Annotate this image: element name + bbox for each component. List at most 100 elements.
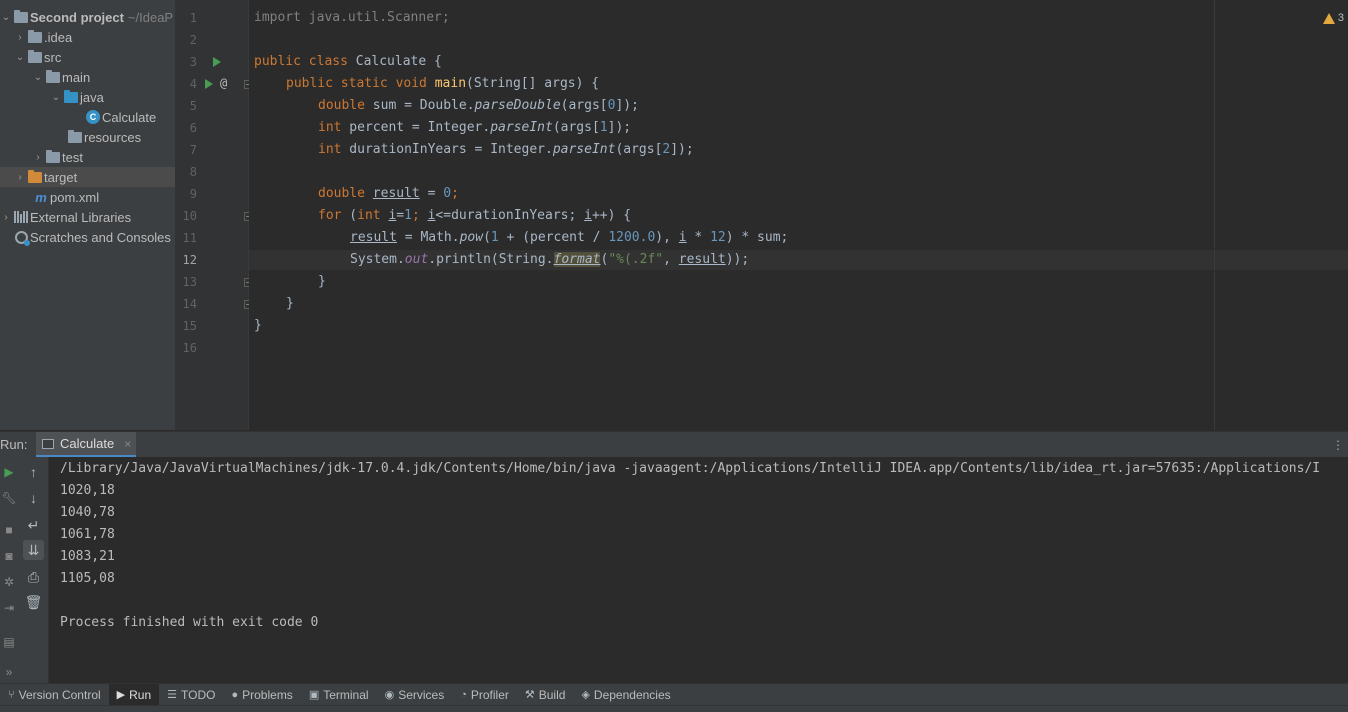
- chevron-right-icon[interactable]: ›: [14, 27, 26, 47]
- tool-services[interactable]: ◉ Services: [377, 684, 453, 706]
- stop-icon[interactable]: ■: [0, 520, 18, 540]
- tree-item-idea[interactable]: › .idea: [0, 27, 175, 47]
- code-editor[interactable]: import java.util.Scanner; public class C…: [249, 0, 1348, 430]
- exit-icon[interactable]: ⇥: [0, 598, 18, 618]
- trash-icon[interactable]: 🗑︎: [23, 592, 44, 612]
- tree-item-test[interactable]: › test: [0, 147, 175, 167]
- tree-item-second-project[interactable]: ⌄ Second project ~/IdeaP: [0, 7, 175, 27]
- tool-profiler[interactable]: ◔ Profiler: [452, 684, 517, 706]
- tool-version-control[interactable]: ⑂ Version Control: [0, 684, 109, 706]
- tool-problems[interactable]: ● Problems: [223, 684, 300, 706]
- line-number: 9: [189, 187, 197, 201]
- run-panel-label: Run:: [0, 437, 28, 452]
- tree-item-calculate[interactable]: C Calculate: [0, 107, 175, 127]
- project-tree: ⌄ Second project ~/IdeaP › .idea ⌄ src ⌄…: [0, 0, 175, 430]
- gear-icon[interactable]: ✲: [0, 572, 18, 592]
- source-folder-icon: [62, 87, 80, 107]
- tool-run[interactable]: ▶ Run: [108, 683, 160, 706]
- tool-todo[interactable]: ☰ TODO: [159, 684, 223, 706]
- layout-icon[interactable]: ▤: [0, 632, 18, 652]
- chevron-right-icon[interactable]: ›: [14, 167, 26, 187]
- warning-icon: [1322, 12, 1335, 24]
- maven-icon: m: [35, 189, 47, 205]
- console-output[interactable]: /Library/Java/JavaVirtualMachines/jdk-17…: [49, 457, 1348, 683]
- print-icon[interactable]: ⎙: [23, 567, 44, 587]
- tree-item-scratches[interactable]: Scratches and Consoles: [0, 227, 175, 247]
- chevron-down-icon[interactable]: ⌄: [0, 7, 12, 27]
- line-number: 8: [189, 165, 197, 179]
- folder-icon: [44, 147, 62, 167]
- line-number: 11: [182, 231, 197, 245]
- arrow-up-icon[interactable]: ↑: [23, 462, 44, 482]
- tree-item-src[interactable]: ⌄ src: [0, 47, 175, 67]
- editor-gutter: 1 2 3 4 5 6 7 8 9 10 11 12 13 14 15 16 @: [175, 0, 253, 430]
- line-number: 4: [189, 77, 197, 91]
- console-line: Process finished with exit code 0: [60, 615, 319, 630]
- tool-terminal[interactable]: ▣ Terminal: [301, 684, 377, 706]
- warnings-indicator[interactable]: 3: [1322, 12, 1344, 24]
- line-number: 6: [189, 121, 197, 135]
- arrow-down-icon[interactable]: ↓: [23, 488, 44, 508]
- code-line-13: }: [318, 274, 326, 289]
- terminal-icon: ▣: [308, 689, 320, 701]
- tree-item-java[interactable]: ⌄ java: [0, 87, 175, 107]
- chevron-down-icon[interactable]: ⌄: [14, 47, 26, 67]
- implements-marker-icon[interactable]: @: [220, 76, 227, 90]
- tree-item-external-libraries[interactable]: › External Libraries: [0, 207, 175, 227]
- version-control-icon: ⑂: [8, 688, 15, 701]
- code-line-6: int percent = Integer.parseInt(args[1]);: [318, 120, 632, 135]
- run-panel-header: Run: Calculate × ⋮: [0, 431, 1348, 458]
- resources-folder-icon: [66, 127, 84, 147]
- line-number: 2: [189, 33, 197, 47]
- line-number: 14: [182, 297, 197, 311]
- chevron-right-icon[interactable]: ›: [32, 147, 44, 167]
- console-line: 1040,78: [60, 505, 115, 520]
- console-line: 1083,21: [60, 549, 115, 564]
- line-number: 5: [189, 99, 197, 113]
- folder-icon: [44, 67, 62, 87]
- tree-item-main[interactable]: ⌄ main: [0, 67, 175, 87]
- run-icon: ▶: [116, 689, 126, 701]
- settings-icon[interactable]: ⋮: [1332, 438, 1344, 452]
- code-line-3: public class Calculate {: [254, 54, 442, 69]
- code-line-14: }: [286, 296, 294, 311]
- code-line-4: public static void main(String[] args) {: [286, 76, 600, 91]
- tree-item-pom[interactable]: m pom.xml: [0, 187, 175, 207]
- class-icon: C: [84, 107, 102, 127]
- profiler-icon: ◔: [460, 688, 467, 701]
- close-tab-icon[interactable]: ×: [124, 437, 131, 451]
- line-number: 1: [189, 11, 197, 25]
- console-tab-icon: [42, 438, 54, 449]
- scratches-icon: [12, 227, 30, 247]
- soft-wrap-icon[interactable]: ↵: [23, 515, 44, 535]
- tool-build[interactable]: ⚒ Build: [517, 684, 574, 706]
- chevron-right-icon[interactable]: ›: [0, 207, 12, 227]
- status-bar: [0, 705, 1348, 712]
- problems-icon: ●: [231, 688, 239, 701]
- folder-icon: [26, 27, 44, 47]
- line-number: 7: [189, 143, 197, 157]
- tree-item-target[interactable]: › target: [0, 167, 175, 187]
- tree-item-resources[interactable]: resources: [0, 127, 175, 147]
- chevron-down-icon[interactable]: ⌄: [50, 87, 62, 107]
- run-main-icon[interactable]: [205, 79, 213, 89]
- code-line-10: for (int i=1; i<=durationInYears; i++) {: [318, 208, 632, 223]
- rerun-icon[interactable]: ▶: [0, 462, 18, 482]
- warnings-count: 3: [1337, 12, 1344, 24]
- dependencies-icon: ◈: [581, 689, 590, 701]
- code-line-7: int durationInYears = Integer.parseInt(a…: [318, 142, 694, 157]
- chevron-down-icon[interactable]: ⌄: [32, 67, 44, 87]
- line-number: 10: [182, 209, 197, 223]
- wrench-icon[interactable]: 🔧︎: [0, 488, 18, 508]
- console-line: 1105,08: [60, 571, 115, 586]
- tool-dependencies[interactable]: ◈ Dependencies: [573, 684, 678, 706]
- camera-icon[interactable]: ◙: [0, 546, 18, 566]
- line-number: 15: [182, 319, 197, 333]
- line-number: 3: [189, 55, 197, 69]
- more-icon[interactable]: »: [0, 662, 18, 682]
- services-icon: ◉: [384, 689, 395, 701]
- run-class-icon[interactable]: [213, 57, 221, 67]
- scroll-to-end-icon[interactable]: ⇊: [23, 540, 44, 560]
- libraries-icon: [12, 207, 30, 227]
- run-tab-calculate[interactable]: Calculate ×: [36, 432, 136, 458]
